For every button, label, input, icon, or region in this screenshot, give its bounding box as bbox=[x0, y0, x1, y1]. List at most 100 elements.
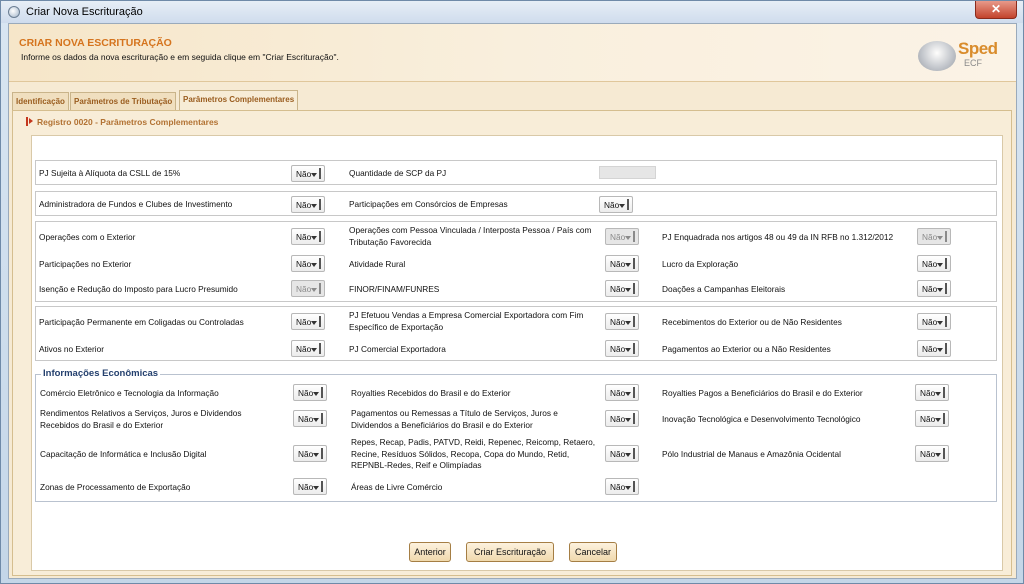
select-comercio-eletronico[interactable]: Não bbox=[293, 384, 327, 401]
select-value: Não bbox=[610, 482, 626, 492]
label-zonas-exportacao: Zonas de Processamento de Exportação bbox=[40, 482, 191, 492]
tab-identificacao[interactable]: Identificação bbox=[12, 92, 69, 110]
select-atividade-rural[interactable]: Não bbox=[605, 255, 639, 272]
chevron-down-icon bbox=[625, 486, 631, 490]
title-bar: Criar Nova Escrituração ✕ bbox=[1, 1, 1023, 23]
logo-disk-icon bbox=[918, 41, 956, 71]
select-value: Não bbox=[296, 284, 312, 294]
previous-button[interactable]: Anterior bbox=[409, 542, 451, 562]
chevron-down-icon bbox=[311, 348, 317, 352]
chevron-down-icon bbox=[937, 236, 943, 240]
label-receb-exterior: Recebimentos do Exterior ou de Não Resid… bbox=[662, 317, 842, 327]
select-adm-fundos[interactable]: Não bbox=[291, 196, 325, 213]
select-divider bbox=[321, 413, 323, 424]
label-areas-livre: Áreas de Livre Comércio bbox=[351, 482, 443, 492]
label-adm-fundos: Administradora de Fundos e Clubes de Inv… bbox=[39, 199, 233, 209]
select-value: Não bbox=[610, 259, 626, 269]
chevron-down-icon bbox=[935, 392, 941, 396]
label-part-permanente: Participação Permanente em Coligadas ou … bbox=[39, 317, 244, 327]
select-op-exterior[interactable]: Não bbox=[291, 228, 325, 245]
label-pj-enquadrada: PJ Enquadrada nos artigos 48 ou 49 da IN… bbox=[662, 232, 894, 242]
close-button[interactable]: ✕ bbox=[975, 1, 1017, 19]
select-divider bbox=[633, 316, 635, 327]
label-repes: Repes, Recap, Padis, PATVD, Reidi, Repen… bbox=[351, 437, 596, 470]
cancel-button[interactable]: Cancelar bbox=[569, 542, 617, 562]
select-pagamentos-remessas[interactable]: Não bbox=[605, 410, 639, 427]
select-capacitacao[interactable]: Não bbox=[293, 445, 327, 462]
chevron-down-icon bbox=[625, 288, 631, 292]
dialog-client: CRIAR NOVA ESCRITURAÇÃO Informe os dados… bbox=[8, 23, 1017, 579]
select-areas-livre[interactable]: Não bbox=[605, 478, 639, 495]
select-divider bbox=[627, 199, 629, 210]
label-comercial-exportadora: PJ Comercial Exportadora bbox=[349, 344, 446, 354]
select-doacoes[interactable]: Não bbox=[917, 280, 951, 297]
group-fundos: Administradora de Fundos e Clubes de Inv… bbox=[35, 191, 997, 216]
select-value: Não bbox=[610, 232, 626, 242]
select-divider bbox=[319, 283, 321, 294]
select-divider bbox=[319, 343, 321, 354]
chevron-down-icon bbox=[311, 236, 317, 240]
select-ativos-exterior[interactable]: Não bbox=[291, 340, 325, 357]
select-value: Não bbox=[298, 414, 314, 424]
select-receb-exterior[interactable]: Não bbox=[917, 313, 951, 330]
logo-text: Sped bbox=[958, 39, 998, 58]
label-royalties-recebidos: Royalties Recebidos do Brasil e do Exter… bbox=[351, 388, 511, 398]
window-title: Criar Nova Escrituração bbox=[26, 6, 143, 18]
label-ativos-exterior: Ativos no Exterior bbox=[39, 344, 105, 354]
chevron-down-icon bbox=[935, 418, 941, 422]
select-part-permanente[interactable]: Não bbox=[291, 313, 325, 330]
chevron-down-icon bbox=[935, 453, 941, 457]
select-repes[interactable]: Não bbox=[605, 445, 639, 462]
select-finor[interactable]: Não bbox=[605, 280, 639, 297]
select-pagto-exterior[interactable]: Não bbox=[917, 340, 951, 357]
create-button[interactable]: Criar Escrituração bbox=[466, 542, 554, 562]
select-value: Não bbox=[604, 200, 620, 210]
dialog-window: Criar Nova Escrituração ✕ CRIAR NOVA ESC… bbox=[0, 0, 1024, 584]
select-op-vinculada: Não bbox=[605, 228, 639, 245]
page-subtitle: Informe os dados da nova escrituração e … bbox=[21, 52, 339, 62]
select-divider bbox=[319, 199, 321, 210]
select-zonas-exportacao[interactable]: Não bbox=[293, 478, 327, 495]
group-participacoes: Participação Permanente em Coligadas ou … bbox=[35, 306, 997, 361]
chevron-down-icon bbox=[619, 204, 625, 208]
select-part-exterior[interactable]: Não bbox=[291, 255, 325, 272]
select-polo-manaus[interactable]: Não bbox=[915, 445, 949, 462]
select-value: Não bbox=[610, 317, 626, 327]
chevron-down-icon bbox=[313, 486, 319, 490]
select-divider bbox=[945, 343, 947, 354]
select-vendas-exportadora[interactable]: Não bbox=[605, 313, 639, 330]
chevron-down-icon bbox=[625, 392, 631, 396]
app-icon bbox=[8, 6, 20, 18]
select-value: Não bbox=[922, 259, 938, 269]
select-divider bbox=[633, 448, 635, 459]
select-isencao: Não bbox=[291, 280, 325, 297]
select-value: Não bbox=[920, 414, 936, 424]
label-csll: PJ Sujeita à Alíquota da CSLL de 15% bbox=[39, 168, 181, 178]
select-divider bbox=[321, 481, 323, 492]
label-comercio-eletronico: Comércio Eletrônico e Tecnologia da Info… bbox=[40, 388, 219, 398]
label-capacitacao: Capacitação de Informática e Inclusão Di… bbox=[40, 449, 207, 459]
select-consorcios[interactable]: Não bbox=[599, 196, 633, 213]
chevron-down-icon bbox=[625, 418, 631, 422]
select-csll[interactable]: Não bbox=[291, 165, 325, 182]
chevron-down-icon bbox=[311, 204, 317, 208]
register-title: Registro 0020 - Parâmetros Complementare… bbox=[37, 117, 219, 127]
select-value: Não bbox=[610, 388, 626, 398]
select-comercial-exportadora[interactable]: Não bbox=[605, 340, 639, 357]
chevron-down-icon bbox=[625, 263, 631, 267]
chevron-down-icon bbox=[625, 453, 631, 457]
form-area: PJ Sujeita à Alíquota da CSLL de 15% Não… bbox=[31, 135, 1003, 571]
select-rendimentos[interactable]: Não bbox=[293, 410, 327, 427]
select-value: Não bbox=[922, 232, 938, 242]
select-value: Não bbox=[610, 284, 626, 294]
select-inovacao[interactable]: Não bbox=[915, 410, 949, 427]
tab-parametros-complementares[interactable]: Parâmetros Complementares bbox=[179, 90, 299, 111]
select-lucro-exploracao[interactable]: Não bbox=[917, 255, 951, 272]
chevron-down-icon bbox=[937, 321, 943, 325]
select-value: Não bbox=[296, 232, 312, 242]
select-royalties-recebidos[interactable]: Não bbox=[605, 384, 639, 401]
select-divider bbox=[943, 387, 945, 398]
select-royalties-pagos[interactable]: Não bbox=[915, 384, 949, 401]
tab-parametros-tributacao[interactable]: Parâmetros de Tributação bbox=[70, 92, 177, 110]
select-divider bbox=[319, 168, 321, 179]
